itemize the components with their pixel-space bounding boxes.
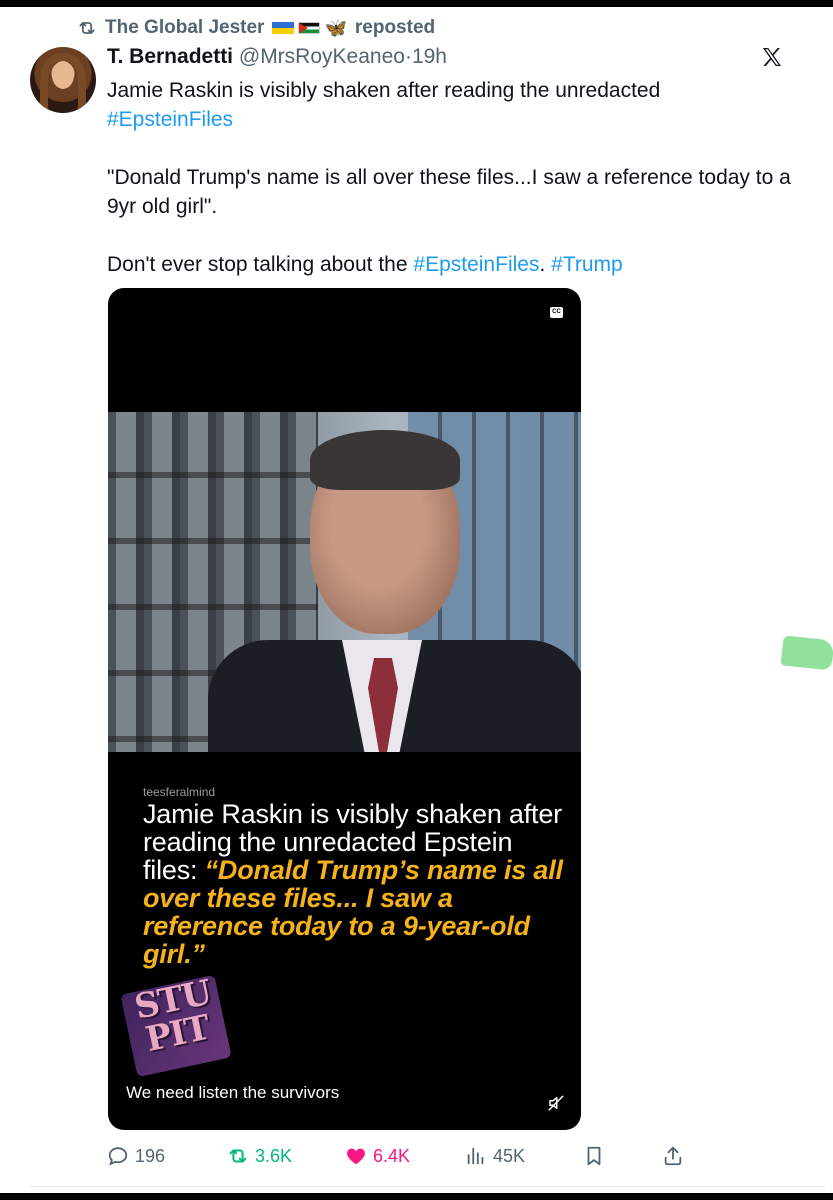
tweet-quote: "Donald Trump's name is all over these f… (107, 166, 791, 218)
speaker-figure (208, 430, 581, 752)
tweet-divider (30, 1186, 825, 1187)
video-subtitle: We need listen the survivors (126, 1083, 340, 1102)
stupid-sticker: STU PIT (111, 965, 241, 1086)
butterfly-icon: 🦋 (324, 17, 347, 38)
avatar-face (52, 61, 74, 89)
tweet-paragraph-1: Jamie Raskin is visibly shaken after rea… (107, 76, 797, 134)
share-icon (664, 1146, 682, 1166)
bookmark-button[interactable] (583, 1142, 605, 1170)
repost-label: reposted (354, 17, 436, 38)
views-count: 45K (493, 1145, 526, 1166)
video-watermark: teesferalmind (143, 785, 216, 799)
hashtag-trump[interactable]: #Trump (551, 253, 623, 276)
x-logo-icon (763, 48, 781, 66)
reposter-name[interactable]: The Global Jester (105, 17, 264, 39)
closed-captions-button[interactable]: CC (550, 307, 563, 318)
video-frame (108, 412, 581, 752)
repost-button[interactable]: 3.6K (227, 1142, 292, 1170)
palestine-flag-icon (298, 22, 321, 34)
tweet-paragraph-3: Don't ever stop talking about the #Epste… (107, 250, 797, 279)
author-handle[interactable]: @MrsRoyKeaneo (239, 45, 405, 68)
views-button[interactable]: 45K (465, 1142, 525, 1170)
top-edge-bar (0, 0, 833, 7)
ukraine-flag-icon (272, 22, 295, 34)
tweet-closing-text: Don't ever stop talking about the (107, 253, 408, 276)
video-caption-quote: “Donald Trump’s name is all over these f… (143, 855, 563, 969)
reply-count: 196 (135, 1145, 166, 1166)
bookmark-icon (587, 1146, 601, 1166)
author-display-name[interactable]: T. Bernadetti (107, 45, 233, 68)
hashtag-separator: . (539, 253, 546, 276)
like-button[interactable]: 6.4K (345, 1142, 410, 1170)
reply-button[interactable]: 196 (107, 1142, 165, 1170)
header-separator: · (404, 45, 412, 68)
author-avatar[interactable] (30, 47, 96, 113)
bottom-edge-bar (0, 1193, 833, 1200)
reposter-emoji-flags: 🦋 (272, 17, 347, 39)
reply-icon (108, 1147, 128, 1166)
hashtag-epsteinfiles-1[interactable]: #EpsteinFiles (107, 108, 233, 131)
repost-icon (79, 22, 95, 34)
tweet-body: Jamie Raskin is visibly shaken after rea… (107, 76, 797, 279)
hashtag-epsteinfiles-2[interactable]: #EpsteinFiles (413, 253, 539, 276)
video-caption: Jamie Raskin is visibly shaken after rea… (143, 800, 563, 968)
repost-header[interactable]: The Global Jester 🦋 reposted (77, 16, 435, 40)
repost-count: 3.6K (255, 1145, 293, 1166)
views-chart-icon (467, 1147, 484, 1165)
share-button[interactable] (662, 1142, 684, 1170)
repost-icon (229, 1149, 247, 1163)
like-count: 6.4K (373, 1145, 411, 1166)
tweet-text-line1: Jamie Raskin is visibly shaken after rea… (107, 79, 661, 102)
mute-icon[interactable] (547, 1094, 565, 1112)
green-highlight-mark (780, 635, 833, 671)
video-player[interactable]: teesferalmind Jamie Raskin is visibly sh… (108, 288, 581, 1130)
tweet-actions-bar: 196 3.6K 6.4K 45K (107, 1142, 687, 1170)
heart-icon (347, 1148, 365, 1165)
tweet-header: T. Bernadetti @MrsRoyKeaneo·19h (107, 45, 447, 69)
tweet-timestamp[interactable]: 19h (412, 45, 447, 68)
